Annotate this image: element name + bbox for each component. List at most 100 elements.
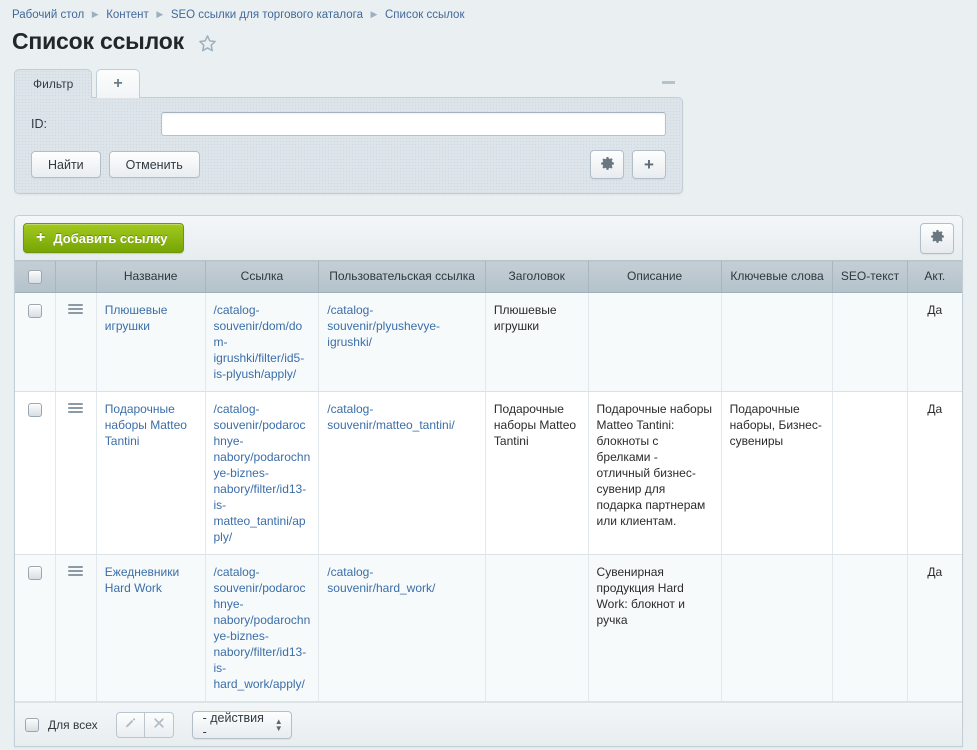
plus-icon: + (36, 230, 45, 246)
breadcrumb-separator: ▶ (84, 10, 106, 19)
header-drag (56, 261, 97, 293)
filter-tabs: Фильтр + (14, 69, 683, 98)
link-user-url[interactable]: /catalog-souvenir/plyushevye-igrushki/ (327, 303, 440, 349)
header-link[interactable]: Ссылка (205, 261, 319, 293)
row-drag-cell[interactable] (56, 392, 97, 555)
cell-heading (485, 555, 588, 702)
close-x-icon (153, 717, 165, 732)
cell-keywords (721, 555, 833, 702)
breadcrumb-item-2[interactable]: SEO ссылки для торгового каталога (171, 9, 363, 21)
filter-add-button[interactable]: + (632, 150, 666, 179)
filter-minimize-button[interactable] (662, 81, 675, 84)
breadcrumb-separator: ▶ (363, 10, 385, 19)
cell-name[interactable]: Ежедневники Hard Work (96, 555, 205, 702)
cell-keywords (721, 293, 833, 392)
filter-id-label: ID: (31, 117, 161, 131)
row-checkbox-cell[interactable] (15, 293, 56, 392)
breadcrumb-item-1[interactable]: Контент (106, 9, 149, 21)
header-keywords[interactable]: Ключевые слова (721, 261, 833, 293)
cell-active: Да (907, 555, 962, 702)
cell-user-link[interactable]: /catalog-souvenir/plyushevye-igrushki/ (319, 293, 486, 392)
find-button[interactable]: Найти (31, 151, 101, 178)
table-header-row: Название Ссылка Пользовательская ссылка … (15, 261, 962, 293)
header-seo-text[interactable]: SEO-текст (833, 261, 907, 293)
row-checkbox[interactable] (28, 403, 42, 417)
drag-handle-icon[interactable] (68, 564, 83, 578)
filter-id-input[interactable] (161, 112, 666, 136)
header-name[interactable]: Название (96, 261, 205, 293)
header-user-link[interactable]: Пользовательская ссылка (319, 261, 486, 293)
cell-link[interactable]: /catalog-souvenir/podarochnye-nabory/pod… (205, 392, 319, 555)
link-url[interactable]: /catalog-souvenir/dom/dom-igrushki/filte… (214, 303, 305, 381)
add-link-button[interactable]: + Добавить ссылку (23, 223, 184, 253)
cell-heading: Плюшевые игрушки (485, 293, 588, 392)
breadcrumb-separator: ▶ (149, 10, 171, 19)
row-checkbox[interactable] (28, 304, 42, 318)
cell-seo-text (833, 392, 907, 555)
link-user-url[interactable]: /catalog-souvenir/hard_work/ (327, 565, 435, 595)
drag-handle-icon[interactable] (68, 302, 83, 316)
action-select[interactable]: - действия - (192, 711, 292, 739)
cell-active: Да (907, 293, 962, 392)
grid-toolbar: + Добавить ссылку (15, 216, 962, 260)
footer-select-all-checkbox[interactable] (25, 718, 39, 732)
header-description[interactable]: Описание (588, 261, 721, 293)
cell-active: Да (907, 392, 962, 555)
row-checkbox-cell[interactable] (15, 392, 56, 555)
header-active[interactable]: Акт. (907, 261, 962, 293)
tab-filter[interactable]: Фильтр (14, 69, 92, 98)
cell-link[interactable]: /catalog-souvenir/dom/dom-igrushki/filte… (205, 293, 319, 392)
breadcrumb-item-3[interactable]: Список ссылок (385, 9, 465, 21)
table-row[interactable]: Плюшевые игрушки /catalog-souvenir/dom/d… (15, 293, 962, 392)
link-user-url[interactable]: /catalog-souvenir/matteo_tantini/ (327, 402, 454, 432)
pencil-icon (124, 717, 137, 733)
link-name[interactable]: Ежедневники Hard Work (105, 565, 179, 595)
star-outline-icon[interactable] (198, 34, 217, 53)
page-title: Список ссылок (12, 28, 184, 55)
select-all-checkbox[interactable] (28, 270, 42, 284)
cancel-button[interactable]: Отменить (109, 151, 200, 178)
filter-settings-button[interactable] (590, 150, 624, 179)
links-grid: + Добавить ссылку Назван (14, 215, 963, 747)
link-name[interactable]: Плюшевые игрушки (105, 303, 168, 333)
cell-seo-text (833, 293, 907, 392)
add-link-label: Добавить ссылку (53, 231, 167, 246)
drag-handle-icon[interactable] (68, 401, 83, 415)
cell-description (588, 293, 721, 392)
link-url[interactable]: /catalog-souvenir/podarochnye-nabory/pod… (214, 565, 311, 691)
link-url[interactable]: /catalog-souvenir/podarochnye-nabory/pod… (214, 402, 311, 544)
gear-icon (600, 156, 615, 174)
row-drag-cell[interactable] (56, 293, 97, 392)
header-heading[interactable]: Заголовок (485, 261, 588, 293)
table-row[interactable]: Подарочные наборы Matteo Tantini /catalo… (15, 392, 962, 555)
cell-name[interactable]: Подарочные наборы Matteo Tantini (96, 392, 205, 555)
gear-icon (930, 229, 945, 247)
links-table: Название Ссылка Пользовательская ссылка … (15, 260, 962, 702)
cell-user-link[interactable]: /catalog-souvenir/matteo_tantini/ (319, 392, 486, 555)
cell-user-link[interactable]: /catalog-souvenir/hard_work/ (319, 555, 486, 702)
breadcrumb: Рабочий стол ▶ Контент ▶ SEO ссылки для … (0, 0, 977, 22)
page-header: Список ссылок (0, 22, 977, 65)
cell-name[interactable]: Плюшевые игрушки (96, 293, 205, 392)
tab-add-filter[interactable]: + (96, 69, 139, 98)
cell-description: Подарочные наборы Matteo Tantini: блокно… (588, 392, 721, 555)
link-name[interactable]: Подарочные наборы Matteo Tantini (105, 402, 187, 448)
cell-heading: Подарочные наборы Matteo Tantini (485, 392, 588, 555)
edit-selected-button[interactable] (116, 712, 145, 738)
row-checkbox-cell[interactable] (15, 555, 56, 702)
header-select-all[interactable] (15, 261, 56, 293)
row-drag-cell[interactable] (56, 555, 97, 702)
cell-link[interactable]: /catalog-souvenir/podarochnye-nabory/pod… (205, 555, 319, 702)
cell-description: Сувенирная продукция Hard Work: блокнот … (588, 555, 721, 702)
breadcrumb-item-0[interactable]: Рабочий стол (12, 9, 84, 21)
filter-field-id: ID: (31, 112, 666, 136)
filter-body: ID: Найти Отменить + (14, 97, 683, 194)
footer-select-all-label: Для всех (48, 718, 98, 732)
row-checkbox[interactable] (28, 566, 42, 580)
delete-selected-button[interactable] (145, 712, 174, 738)
table-row[interactable]: Ежедневники Hard Work /catalog-souvenir/… (15, 555, 962, 702)
grid-footer: Для всех - действия - ▲ (15, 702, 962, 746)
grid-settings-button[interactable] (920, 223, 954, 254)
cell-keywords: Подарочные наборы, Бизнес-сувениры (721, 392, 833, 555)
action-select-value: - действия - (203, 711, 267, 739)
